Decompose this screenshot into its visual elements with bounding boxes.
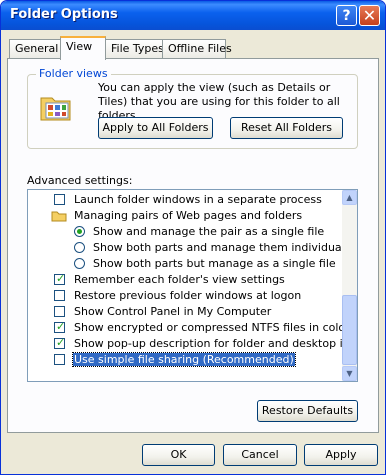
folder-icon [51,211,67,222]
vertical-scrollbar[interactable]: ▲ ▼ [342,190,357,381]
folder-views-legend: Folder views [36,67,111,80]
item-label: Show and manage the pair as a single fil… [93,225,325,238]
cancel-button[interactable]: Cancel [223,444,297,466]
advanced-settings-list[interactable]: Launch folder windows in a separate proc… [27,189,358,382]
tab-view-label: View [66,40,93,53]
reset-all-folders-button[interactable]: Reset All Folders [230,117,343,139]
check-mark-icon: ✓ [56,272,66,285]
item-label: Show pop-up description for folder and d… [74,337,358,350]
item-label: Use simple file sharing (Recommended) [72,352,296,367]
checkbox[interactable] [54,306,65,317]
window-title: Folder Options [10,7,118,22]
check-mark-icon: ✓ [56,336,66,349]
checkbox[interactable] [54,354,65,365]
scroll-down-icon[interactable]: ▼ [342,366,357,381]
radio-button[interactable] [74,226,85,237]
checkbox[interactable] [54,290,65,301]
item-label: Launch folder windows in a separate proc… [74,193,322,206]
radio-dot [77,229,82,234]
item-label: Managing pairs of Web pages and folders [74,209,303,222]
item-label: Remember each folder's view settings [74,273,285,286]
item-label: Show both parts but manage as a single f… [93,257,336,270]
ok-button[interactable]: OK [142,444,215,466]
tab-general[interactable]: General [9,39,61,58]
tab-file-types-label: File Types [111,42,164,55]
apply-to-all-folders-button[interactable]: Apply to All Folders [98,117,213,139]
checkbox[interactable] [54,194,65,205]
check-mark-icon: ✓ [56,320,66,333]
scroll-up-icon[interactable]: ▲ [342,190,357,205]
restore-defaults-button[interactable]: Restore Defaults [257,400,358,422]
tab-general-label: General [15,42,59,55]
item-label: Show Control Panel in My Computer [74,305,272,318]
folder-options-dialog: Folder Options ? ✕ General View File Typ… [0,0,386,475]
radio-button[interactable] [74,242,85,253]
tab-offline-files-label: Offline Files [168,42,232,55]
tab-offline-files[interactable]: Offline Files [162,39,232,58]
folder-view-icon [40,97,71,121]
tab-file-types[interactable]: File Types [105,39,164,58]
help-button[interactable]: ? [336,5,357,26]
item-label: Restore previous folder windows at logon [74,289,302,302]
radio-button[interactable] [74,258,85,269]
apply-button[interactable]: Apply [304,444,378,466]
advanced-settings-label: Advanced settings: [27,174,133,187]
checkbox[interactable]: ✓ [54,336,66,349]
title-bar[interactable]: Folder Options ? ✕ [1,1,385,30]
scrollbar-thumb[interactable] [342,295,357,365]
checkbox[interactable]: ✓ [54,272,66,285]
tab-view[interactable]: View [60,36,106,60]
close-button[interactable]: ✕ [359,5,380,26]
item-label: Show encrypted or compressed NTFS files … [74,321,350,334]
item-label: Show both parts and manage them individu… [93,241,355,254]
checkbox[interactable]: ✓ [54,320,66,333]
